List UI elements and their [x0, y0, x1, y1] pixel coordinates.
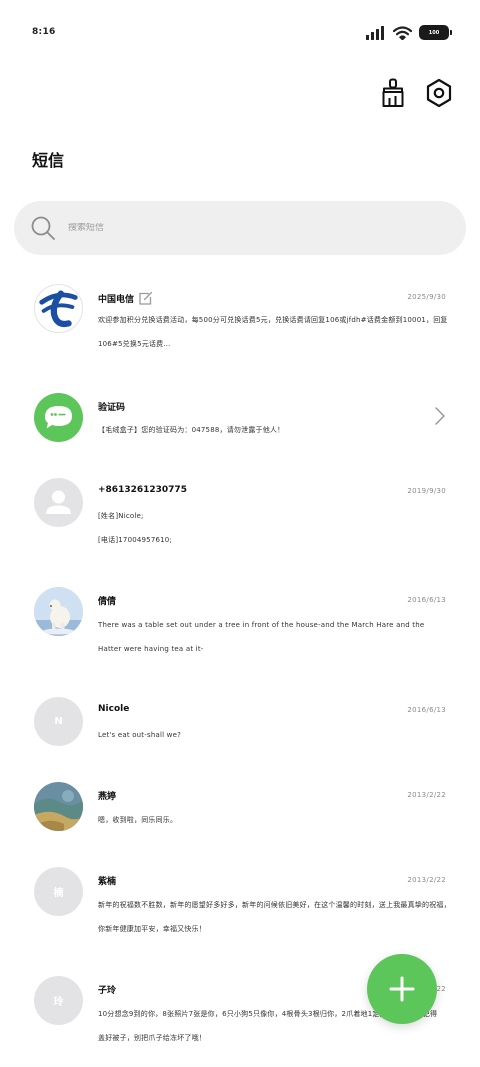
- sender-name-row: 中国电信: [98, 291, 153, 306]
- message-preview: 【毛绒盒子】您的验证码为：047588，请勿泄露于他人！: [98, 418, 450, 442]
- avatar: [34, 782, 83, 831]
- preview-line: [姓名]Nicole;: [98, 512, 144, 520]
- message-preview: [姓名]Nicole; [电话]17004957610;: [98, 504, 450, 552]
- message-preview: 新年的祝福数不胜数，新年的愿望好多好多，新年的问候依旧美好，在这个温馨的时刻，送…: [98, 893, 450, 941]
- person-icon: [46, 490, 71, 514]
- sender-name: 中国电信: [98, 295, 135, 305]
- avatar-initial: 玲: [53, 997, 64, 1008]
- broom-icon: [382, 78, 404, 107]
- conversation-item[interactable]: 倩倩 2016/6/13 There was a table set out u…: [0, 587, 480, 667]
- avatar: [34, 587, 83, 636]
- sender-name-row: 验证码: [98, 400, 125, 413]
- chevron-right-icon: [435, 407, 445, 425]
- message-preview: Let's eat out-shall we?: [98, 723, 450, 747]
- avatar-initial: 楠: [53, 888, 64, 899]
- search-input[interactable]: [68, 223, 398, 233]
- sender-name-row: 倩倩: [98, 594, 116, 607]
- message-date: 2013/2/22: [407, 876, 446, 884]
- preview-line: 嗯，收到啦，同乐同乐。: [98, 816, 178, 824]
- battery-icon: 100: [419, 25, 452, 40]
- preview-line: Hatter were having tea at it-: [98, 645, 204, 653]
- conversation-item[interactable]: +8613261230775 2019/9/30 [姓名]Nicole; [电话…: [0, 478, 480, 558]
- message-date: 2016/6/13: [407, 706, 446, 714]
- avatar: N: [34, 697, 83, 746]
- signal-icon: [366, 25, 384, 40]
- china-telecom-logo-icon: [39, 290, 78, 328]
- avatar: [34, 284, 83, 333]
- conversation-item[interactable]: 楠 紫楠 2013/2/22 新年的祝福数不胜数，新年的愿望好多好多，新年的问候…: [0, 867, 480, 947]
- sender-name-row: Nicole: [98, 704, 129, 714]
- sender-name: Nicole: [98, 704, 130, 714]
- clean-button[interactable]: [378, 76, 408, 110]
- new-message-button[interactable]: [367, 954, 437, 1024]
- avatar: [34, 393, 83, 442]
- message-date: 2013/2/22: [407, 791, 446, 799]
- sender-name-row: 燕婷: [98, 789, 116, 802]
- status-time: 8:16: [32, 27, 56, 37]
- conversation-item[interactable]: 中国电信 2025/9/30 欢迎参加积分兑换话费活动，每500分可兑换话费5元…: [0, 284, 480, 364]
- message-preview: 欢迎参加积分兑换话费活动，每500分可兑换话费5元，兑换话费请回复106或jfd…: [98, 308, 450, 356]
- sender-name: 倩倩: [98, 597, 117, 607]
- conversation-item[interactable]: 燕婷 2013/2/22 嗯，收到啦，同乐同乐。: [0, 782, 480, 832]
- sender-name: 紫楠: [98, 877, 117, 887]
- avatar-initial: N: [54, 716, 63, 727]
- polar-bear-photo-icon: [34, 587, 83, 636]
- preview-line: Let's eat out-shall we?: [98, 731, 182, 739]
- settings-button[interactable]: [424, 76, 454, 110]
- preview-line: 盖好被子，别把爪子给冻坏了哦！: [98, 1034, 206, 1042]
- page-title: 短信: [32, 151, 65, 170]
- sender-name: 子玲: [98, 986, 117, 996]
- search-bar[interactable]: [14, 201, 466, 255]
- verification-code-icon: [45, 406, 72, 429]
- preview-line: 106#5兑换5元话费…: [98, 340, 171, 348]
- landscape-photo-icon: [34, 782, 83, 831]
- status-icons: 100: [366, 25, 452, 40]
- message-date: 2019/9/30: [407, 487, 446, 495]
- preview-line: There was a table set out under a tree i…: [98, 621, 425, 629]
- search-icon: [31, 216, 55, 240]
- sender-name: +8613261230775: [98, 485, 187, 495]
- preview-line: [电话]17004957610;: [98, 536, 173, 544]
- avatar: 玲: [34, 976, 83, 1025]
- wifi-icon: [393, 25, 412, 40]
- hexagon-settings-icon: [426, 78, 452, 108]
- edit-icon: [139, 291, 153, 305]
- battery-level: 100: [428, 29, 440, 36]
- message-date: 2016/6/13: [407, 596, 446, 604]
- status-bar: 8:16 100: [0, 0, 480, 68]
- preview-line: 新年的祝福数不胜数，新年的愿望好多好多，新年的问候依旧美好，在这个温馨的时刻，送…: [98, 901, 450, 909]
- message-preview: There was a table set out under a tree i…: [98, 613, 450, 661]
- message-date: 2025/9/30: [407, 293, 446, 301]
- sender-name-row: 子玲: [98, 983, 116, 996]
- preview-line: 【毛绒盒子】您的验证码为：047588，请勿泄露于他人！: [98, 426, 285, 434]
- top-actions: [378, 76, 454, 110]
- sender-name: 燕婷: [98, 792, 117, 802]
- conversation-item[interactable]: N Nicole 2016/6/13 Let's eat out-shall w…: [0, 697, 480, 747]
- preview-line: 你新年健康加平安，幸福又快乐！: [98, 925, 206, 933]
- sender-name-row: +8613261230775: [98, 485, 187, 495]
- avatar: [34, 478, 83, 527]
- sender-name: 验证码: [98, 403, 126, 413]
- sender-name-row: 紫楠: [98, 874, 116, 887]
- preview-line: 欢迎参加积分兑换话费活动，每500分可兑换话费5元，兑换话费请回复106或jfd…: [98, 316, 448, 324]
- avatar: 楠: [34, 867, 83, 916]
- conversation-item[interactable]: 验证码 【毛绒盒子】您的验证码为：047588，请勿泄露于他人！: [0, 393, 480, 443]
- message-preview: 嗯，收到啦，同乐同乐。: [98, 808, 450, 832]
- plus-icon: [389, 976, 415, 1002]
